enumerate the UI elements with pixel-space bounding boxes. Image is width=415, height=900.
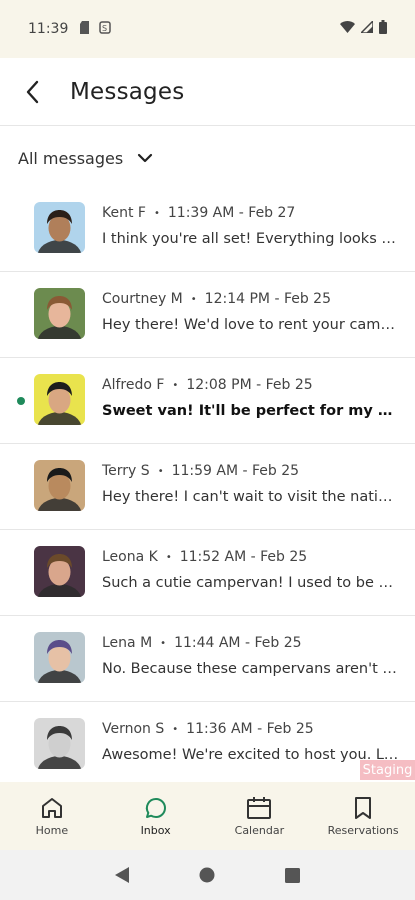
avatar xyxy=(34,288,85,339)
staging-badge: Staging xyxy=(360,760,415,780)
system-nav-bar xyxy=(0,850,415,900)
separator-dot: • xyxy=(165,551,172,563)
home-icon xyxy=(41,797,62,818)
sim-icon: S xyxy=(99,20,112,38)
avatar xyxy=(34,202,85,253)
calendar-icon xyxy=(247,796,272,819)
message-meta: Leona K • 11:52 AM - Feb 25 xyxy=(102,549,399,565)
nav-reservations[interactable]: Reservations xyxy=(311,782,415,850)
message-row[interactable]: Lena M • 11:44 AM - Feb 25 No. Because thes… xyxy=(0,616,415,702)
nav-inbox-label: Inbox xyxy=(140,823,171,837)
message-meta: Courtney M • 12:14 PM - Feb 25 xyxy=(102,291,399,307)
message-meta: Kent F • 11:39 AM - Feb 27 xyxy=(102,205,399,221)
separator-dot: • xyxy=(153,207,160,219)
sender-name: Vernon S xyxy=(102,721,165,737)
nav-home-label: Home xyxy=(35,823,69,837)
separator-dot: • xyxy=(172,723,179,735)
message-preview: Sweet van! It'll be perfect for my and m… xyxy=(102,403,399,419)
back-arrow-icon xyxy=(26,80,39,103)
message-row[interactable]: Leona K • 11:52 AM - Feb 25 Such a cutie ca… xyxy=(0,530,415,616)
filter-label: All messages xyxy=(18,148,124,168)
message-row[interactable]: Courtney M • 12:14 PM - Feb 25 Hey there! W… xyxy=(0,272,415,358)
system-back-icon[interactable] xyxy=(115,867,129,883)
avatar xyxy=(34,374,85,425)
message-preview: Awesome! We're excited to host you. Let.… xyxy=(102,747,399,763)
message-preview: Such a cutie campervan! I used to be a f… xyxy=(102,575,399,591)
separator-dot: • xyxy=(157,465,164,477)
sender-name: Alfredo F xyxy=(102,377,165,393)
page-title: Messages xyxy=(70,78,185,105)
message-row[interactable]: Alfredo F • 12:08 PM - Feb 25 Sweet van! It… xyxy=(0,358,415,444)
wifi-icon xyxy=(340,21,355,37)
message-timestamp: 11:36 AM - Feb 25 xyxy=(186,721,314,737)
chevron-down-icon xyxy=(138,153,153,163)
status-time: 11:39 xyxy=(28,21,69,37)
sender-name: Courtney M xyxy=(102,291,183,307)
message-content: Leona K • 11:52 AM - Feb 25 Such a cutie ca… xyxy=(102,549,399,591)
message-timestamp: 12:08 PM - Feb 25 xyxy=(186,377,313,393)
avatar xyxy=(34,718,85,769)
message-content: Courtney M • 12:14 PM - Feb 25 Hey there! W… xyxy=(102,291,399,333)
app-bar: Messages xyxy=(0,58,415,126)
message-content: Kent F • 11:39 AM - Feb 27 I think you're a… xyxy=(102,205,399,247)
avatar xyxy=(34,546,85,597)
unread-indicator xyxy=(17,397,25,405)
message-meta: Lena M • 11:44 AM - Feb 25 xyxy=(102,635,399,651)
message-content: Lena M • 11:44 AM - Feb 25 No. Because thes… xyxy=(102,635,399,677)
message-timestamp: 12:14 PM - Feb 25 xyxy=(204,291,331,307)
message-list: Kent F • 11:39 AM - Feb 27 I think you're a… xyxy=(0,186,415,788)
bookmark-icon xyxy=(355,796,372,819)
message-content: Alfredo F • 12:08 PM - Feb 25 Sweet van! It… xyxy=(102,377,399,419)
sender-name: Terry S xyxy=(102,463,150,479)
message-content: Terry S • 11:59 AM - Feb 25 Hey there! I ca… xyxy=(102,463,399,505)
message-row[interactable]: Terry S • 11:59 AM - Feb 25 Hey there! I ca… xyxy=(0,444,415,530)
message-row[interactable]: Kent F • 11:39 AM - Feb 27 I think you're a… xyxy=(0,186,415,272)
message-timestamp: 11:52 AM - Feb 25 xyxy=(179,549,308,565)
message-content: Vernon S • 11:36 AM - Feb 25 Awesome! We're… xyxy=(102,721,399,763)
battery-icon xyxy=(379,20,387,38)
system-home-icon[interactable] xyxy=(199,867,215,883)
separator-dot: • xyxy=(160,637,167,649)
message-filter-dropdown[interactable]: All messages xyxy=(18,140,153,176)
sd-card-icon xyxy=(80,20,91,38)
message-timestamp: 11:44 AM - Feb 25 xyxy=(174,635,302,651)
nav-home[interactable]: Home xyxy=(0,782,104,850)
nav-inbox[interactable]: Inbox xyxy=(104,782,208,850)
avatar xyxy=(34,460,85,511)
message-meta: Alfredo F • 12:08 PM - Feb 25 xyxy=(102,377,399,393)
system-recents-icon[interactable] xyxy=(285,867,300,883)
separator-dot: • xyxy=(190,293,197,305)
message-meta: Terry S • 11:59 AM - Feb 25 xyxy=(102,463,399,479)
separator-dot: • xyxy=(172,379,179,391)
message-timestamp: 11:39 AM - Feb 27 xyxy=(167,205,296,221)
message-preview: No. Because these campervans aren't m... xyxy=(102,661,399,677)
message-preview: I think you're all set! Everything looks… xyxy=(102,231,399,247)
nav-calendar[interactable]: Calendar xyxy=(208,782,312,850)
message-meta: Vernon S • 11:36 AM - Feb 25 xyxy=(102,721,399,737)
sender-name: Lena M xyxy=(102,635,153,651)
nav-calendar-label: Calendar xyxy=(234,823,285,837)
avatar xyxy=(34,632,85,683)
signal-icon xyxy=(359,19,374,37)
chat-bubble-icon xyxy=(145,797,166,818)
sender-name: Leona K xyxy=(102,549,158,565)
message-timestamp: 11:59 AM - Feb 25 xyxy=(171,463,300,479)
message-row[interactable]: Vernon S • 11:36 AM - Feb 25 Awesome! We're… xyxy=(0,702,415,788)
message-preview: Hey there! We'd love to rent your campe.… xyxy=(102,317,399,333)
bottom-nav: Home Inbox Calendar Reservations xyxy=(0,782,415,850)
back-button[interactable] xyxy=(0,58,64,126)
nav-reservations-label: Reservations xyxy=(327,823,399,837)
sender-name: Kent F xyxy=(102,205,146,221)
svg-text:S: S xyxy=(102,24,107,33)
message-preview: Hey there! I can't wait to visit the nat… xyxy=(102,489,399,505)
status-bar: 11:39 S xyxy=(0,0,415,58)
